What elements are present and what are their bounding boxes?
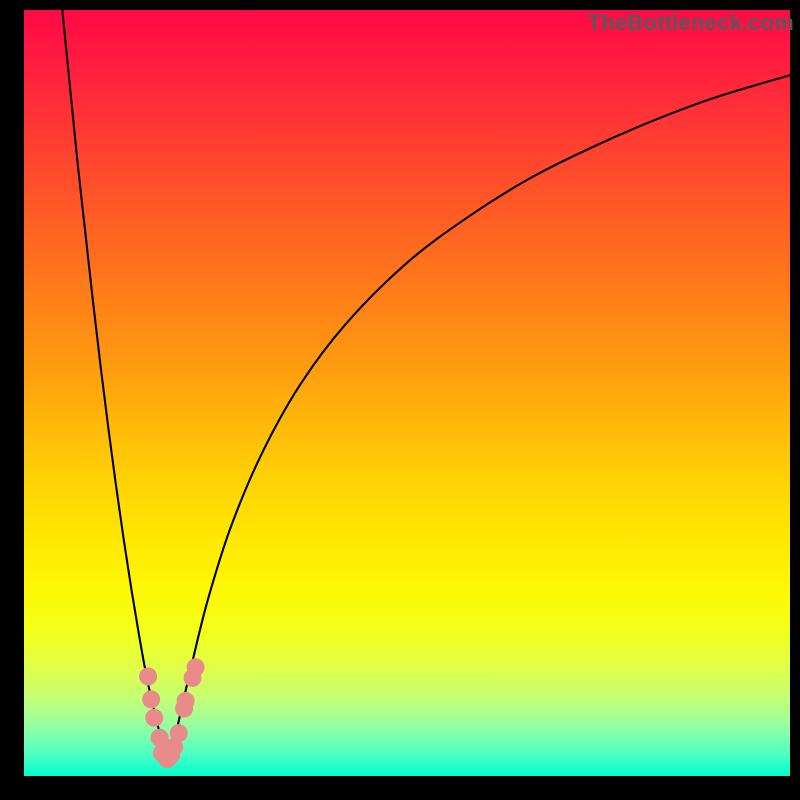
marker-dot [187, 658, 205, 676]
marker-dot [145, 709, 163, 727]
marker-dot [177, 692, 195, 710]
bottleneck-curve [62, 10, 790, 765]
marker-dots [139, 658, 204, 768]
series-left-branch [62, 10, 168, 765]
chart-frame: TheBottleneck.com [0, 0, 800, 800]
plot-area [24, 10, 790, 776]
curve-layer [24, 10, 790, 776]
series-right-branch [168, 75, 790, 764]
watermark-text: TheBottleneck.com [588, 10, 794, 36]
marker-dot [170, 724, 188, 742]
marker-dot [142, 690, 160, 708]
marker-dot [139, 667, 157, 685]
